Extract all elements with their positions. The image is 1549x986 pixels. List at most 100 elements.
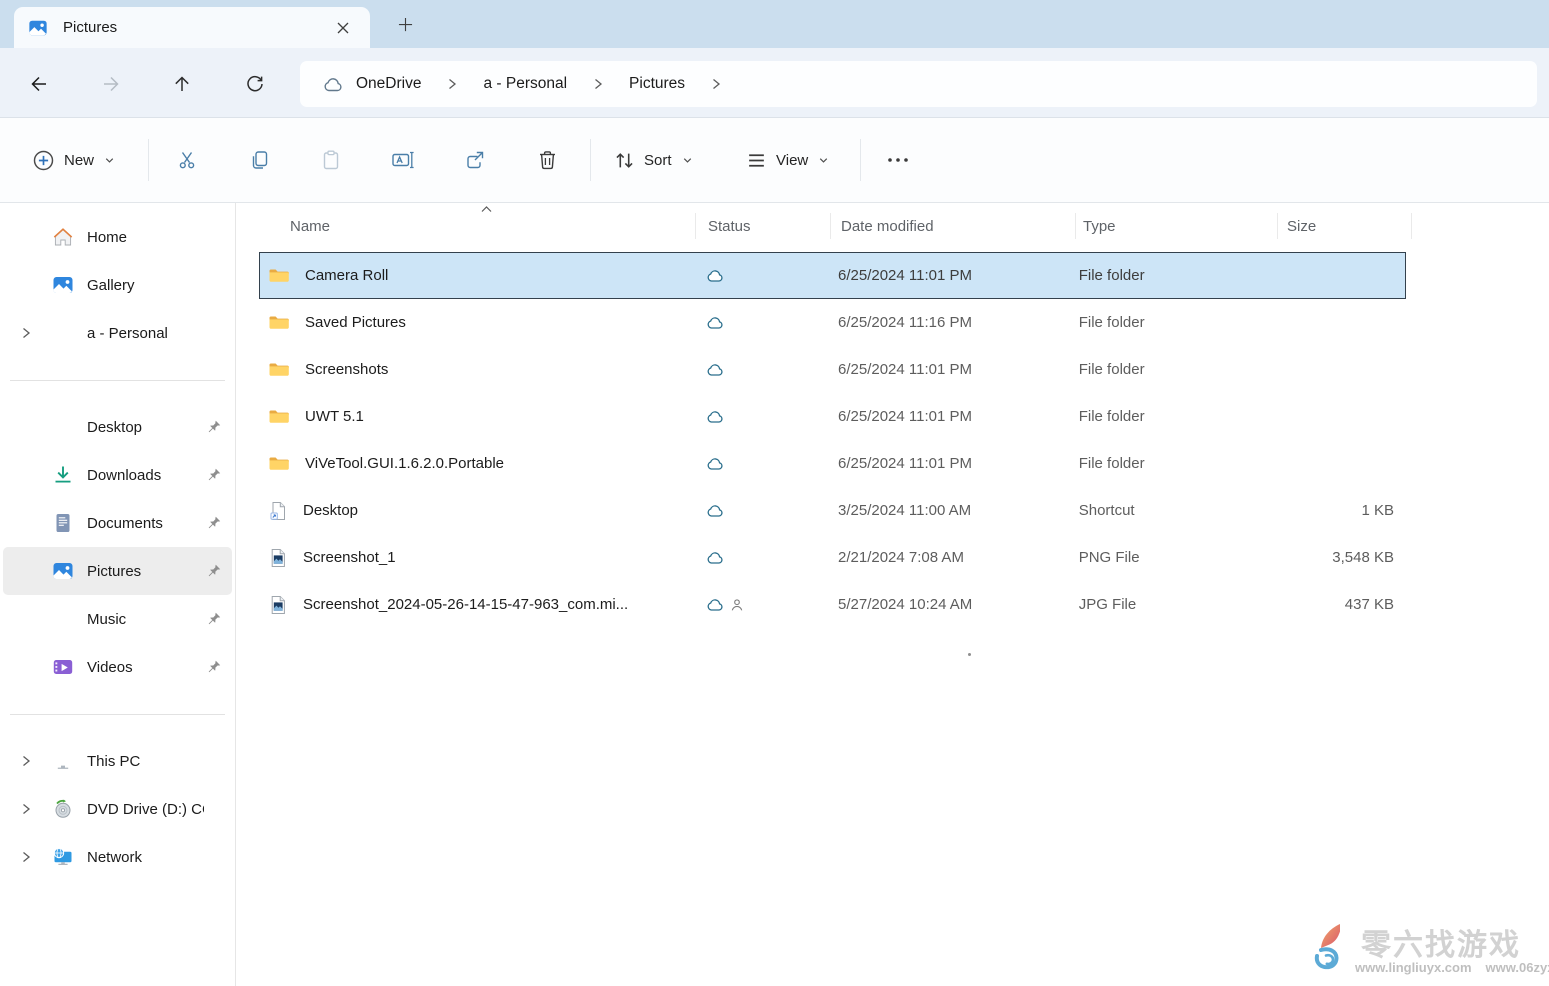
file-row-camera-roll[interactable]: Camera Roll 6/25/2024 11:01 PM File fold… [259,252,1406,299]
toolbar-divider [590,139,591,181]
file-type: File folder [1072,440,1273,487]
sidebar-item-chevron[interactable] [15,326,37,340]
sidebar-item-pictures[interactable]: Pictures [3,547,232,595]
file-type-icon [268,548,288,568]
file-type-icon [268,501,288,521]
file-row-desktop[interactable]: Desktop 3/25/2024 11:00 AM Shortcut 1 KB [259,487,1406,534]
share-button[interactable] [453,138,497,182]
more-options-button[interactable] [876,138,920,182]
cloud-status-icon [705,409,725,424]
sidebar-item-videos[interactable]: Videos [3,643,232,691]
watermark-url-left: www.lingliuyx.com [1355,960,1472,975]
pin-icon [206,659,222,675]
sidebar-item-desktop[interactable]: Desktop [3,403,232,451]
file-name-cell: Screenshot_1 [259,534,694,581]
sidebar-item-dvd-drive-d-ccc[interactable]: DVD Drive (D:) CCC [3,785,232,833]
toolbar-divider [148,139,149,181]
up-arrow-icon [172,74,192,94]
file-row-saved-pictures[interactable]: Saved Pictures 6/25/2024 11:16 PM File f… [259,299,1406,346]
tab-title: Pictures [63,19,330,36]
file-date-modified: 3/25/2024 11:00 AM [828,487,1072,534]
forward-button[interactable] [93,66,129,102]
share-icon [464,149,486,171]
breadcrumb-item-onedrive[interactable]: OneDrive [356,75,421,93]
breadcrumb-chevron-icon[interactable] [709,77,723,91]
refresh-button[interactable] [237,66,273,102]
chevron-right-icon [19,802,33,816]
file-row-screenshot-2024-05-26-14-15-47-963-com-m[interactable]: Screenshot_2024-05-26-14-15-47-963_com.m… [259,581,1406,628]
column-header-status[interactable]: Status [696,203,831,249]
up-button[interactable] [164,66,200,102]
file-row-screenshot-1[interactable]: Screenshot_1 2/21/2024 7:08 AM PNG File … [259,534,1406,581]
sidebar-item-label: Documents [87,515,204,532]
file-row-vivetool-gui-1-6-2-0-portable[interactable]: ViVeTool.GUI.1.6.2.0.Portable 6/25/2024 … [259,440,1406,487]
sidebar-item-documents[interactable]: Documents [3,499,232,547]
sidebar-item-gallery[interactable]: Gallery [3,261,232,309]
rename-button[interactable] [381,138,425,182]
file-rows: Camera Roll 6/25/2024 11:01 PM File fold… [237,252,1549,628]
new-button-label: New [64,152,94,169]
copy-button[interactable] [237,138,281,182]
sidebar-item-this-pc[interactable]: This PC [3,737,232,785]
file-name-cell: UWT 5.1 [259,393,694,440]
sidebar-item-label: Home [87,229,204,246]
file-name: Screenshot_2024-05-26-14-15-47-963_com.m… [303,596,628,613]
cloud-status-icon [705,550,725,565]
cut-button[interactable] [165,138,209,182]
column-header-label: Size [1287,218,1316,235]
address-bar[interactable]: OneDrive a - Personal Pictures [300,61,1537,107]
column-header-type[interactable]: Type [1076,203,1278,249]
sidebar-item-a-personal[interactable]: a - Personal [3,309,232,357]
paste-button[interactable] [309,138,353,182]
new-button[interactable]: New [22,138,126,182]
sidebar-item-chevron[interactable] [15,850,37,864]
sidebar-item-label: Gallery [87,277,204,294]
new-tab-button[interactable] [391,11,419,37]
file-row-uwt-5-1[interactable]: UWT 5.1 6/25/2024 11:01 PM File folder [259,393,1406,440]
sidebar-item-network[interactable]: Network [3,833,232,881]
delete-button[interactable] [525,138,569,182]
scissors-icon [176,149,198,171]
file-row-screenshots[interactable]: Screenshots 6/25/2024 11:01 PM File fold… [259,346,1406,393]
sidebar-item-downloads[interactable]: Downloads [3,451,232,499]
column-header-label: Date modified [841,218,934,235]
command-toolbar: New Sort View [0,118,1549,203]
file-status-cell [694,440,828,487]
sidebar-item-label: Videos [87,659,204,676]
file-name: Saved Pictures [305,314,406,331]
column-header-name[interactable]: Name [259,203,696,249]
sidebar-item-icon [51,416,75,438]
sidebar-item-pin [204,467,224,483]
chevron-right-icon [591,77,605,91]
column-header-date[interactable]: Date modified [831,203,1076,249]
breadcrumb-item-a-personal[interactable]: a - Personal [483,75,567,93]
chevron-right-icon [19,754,33,768]
cloud-status-icon [705,315,725,330]
file-explorer-window: Pictures OneDrive a - Personal Pictures [0,0,1549,986]
breadcrumb-chevron-icon[interactable] [445,77,459,91]
watermark-brand-text: 零六找游戏 [1361,920,1521,964]
sidebar-item-chevron[interactable] [15,754,37,768]
ellipsis-icon [886,156,910,164]
back-button[interactable] [21,66,57,102]
image-file-icon [268,548,288,568]
chevron-right-icon [19,326,33,340]
sidebar-divider [10,714,225,715]
sidebar-item-music[interactable]: Music [3,595,232,643]
tab-pictures[interactable]: Pictures [14,7,370,48]
toolbar-divider [860,139,861,181]
tab-close-button[interactable] [330,15,356,41]
sidebar-item-home[interactable]: Home [3,213,232,261]
column-header-size[interactable]: Size [1278,203,1412,249]
this-pc-icon [52,750,74,772]
breadcrumb-item-pictures[interactable]: Pictures [629,75,685,93]
file-name: UWT 5.1 [305,408,364,425]
file-size [1273,346,1406,393]
network-icon [52,846,74,868]
file-size: 3,548 KB [1273,534,1406,581]
breadcrumb-chevron-icon[interactable] [591,77,605,91]
view-button[interactable]: View [736,138,840,182]
sort-button[interactable]: Sort [604,138,704,182]
sidebar-item-chevron[interactable] [15,802,37,816]
view-icon [746,150,767,171]
